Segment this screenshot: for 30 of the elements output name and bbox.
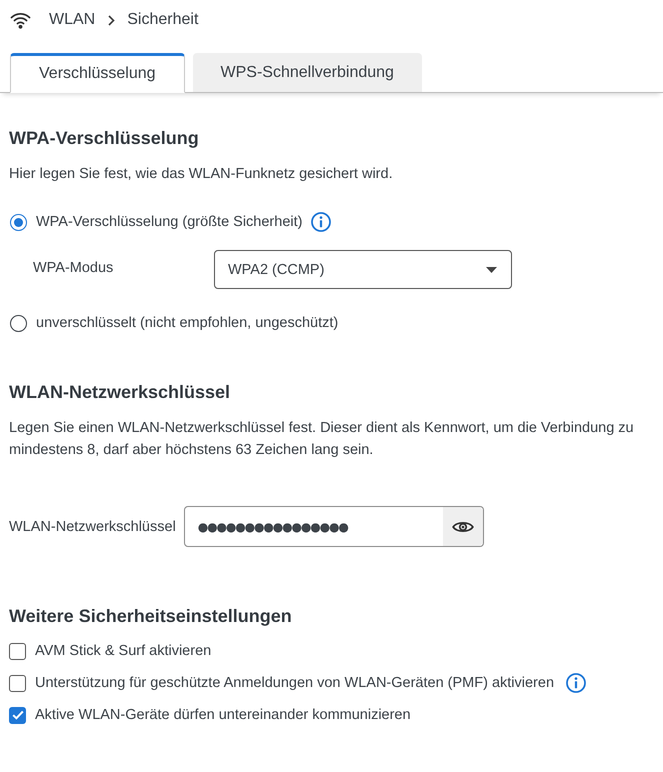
breadcrumb-link[interactable]: WLAN xyxy=(49,11,96,29)
section-heading: WPA-Verschlüsselung xyxy=(9,127,200,150)
checkbox[interactable] xyxy=(9,674,26,692)
section-description: Hier legen Sie fest, wie das WLAN-Funknetz gesichert wird. xyxy=(9,165,394,184)
option-label: AVM Stick & Surf aktivieren xyxy=(35,643,212,659)
field-label: WPA-Modus xyxy=(32,260,114,276)
breadcrumb-current: Sicherheit xyxy=(127,11,198,29)
info-icon[interactable] xyxy=(311,212,332,232)
info-icon[interactable] xyxy=(566,673,586,693)
field-label: WLAN-Netzwerkschlüssel xyxy=(9,518,176,534)
section-description: Legen Sie einen WLAN-Netzwerkschlüssel fest. Dieser dient als Kennwort, um die Verbindung zu mindestens 8, darf aber höchstens 63 Zeichen lang sein. xyxy=(9,419,635,460)
show-password-button[interactable] xyxy=(442,507,483,546)
section-heading: WLAN-Netzwerkschlüssel xyxy=(9,381,232,404)
radio-button[interactable] xyxy=(10,314,27,332)
option-label: Unterstützung für geschützte Anmeldungen von WLAN-Geräten (PMF) aktivieren xyxy=(35,675,554,691)
tab[interactable]: Verschlüsselung xyxy=(10,53,185,93)
option-label: Aktive WLAN-Geräte dürfen untereinander kommunizieren xyxy=(35,707,411,723)
chevron-right-icon xyxy=(108,14,116,26)
checkbox[interactable] xyxy=(9,706,26,724)
wifi-icon xyxy=(10,11,31,29)
option-label: unverschlüsselt (nicht empfohlen, ungeschützt) xyxy=(36,315,338,331)
radio-button[interactable] xyxy=(10,214,27,230)
password-field[interactable]: ●●●●●●●●●●●●●●●● xyxy=(184,506,484,547)
tab[interactable]: WPS-Schnellverbindung xyxy=(192,53,422,93)
option-label: WPA-Verschlüsselung (größte Sicherheit) xyxy=(36,214,302,230)
eye-icon xyxy=(452,520,474,534)
mode-dropdown[interactable]: WPA2 (CCMP) xyxy=(214,250,512,289)
section-heading: Weitere Sicherheitseinstellungen xyxy=(9,605,293,628)
caret-down-icon xyxy=(486,266,497,272)
checkbox[interactable] xyxy=(9,642,26,660)
